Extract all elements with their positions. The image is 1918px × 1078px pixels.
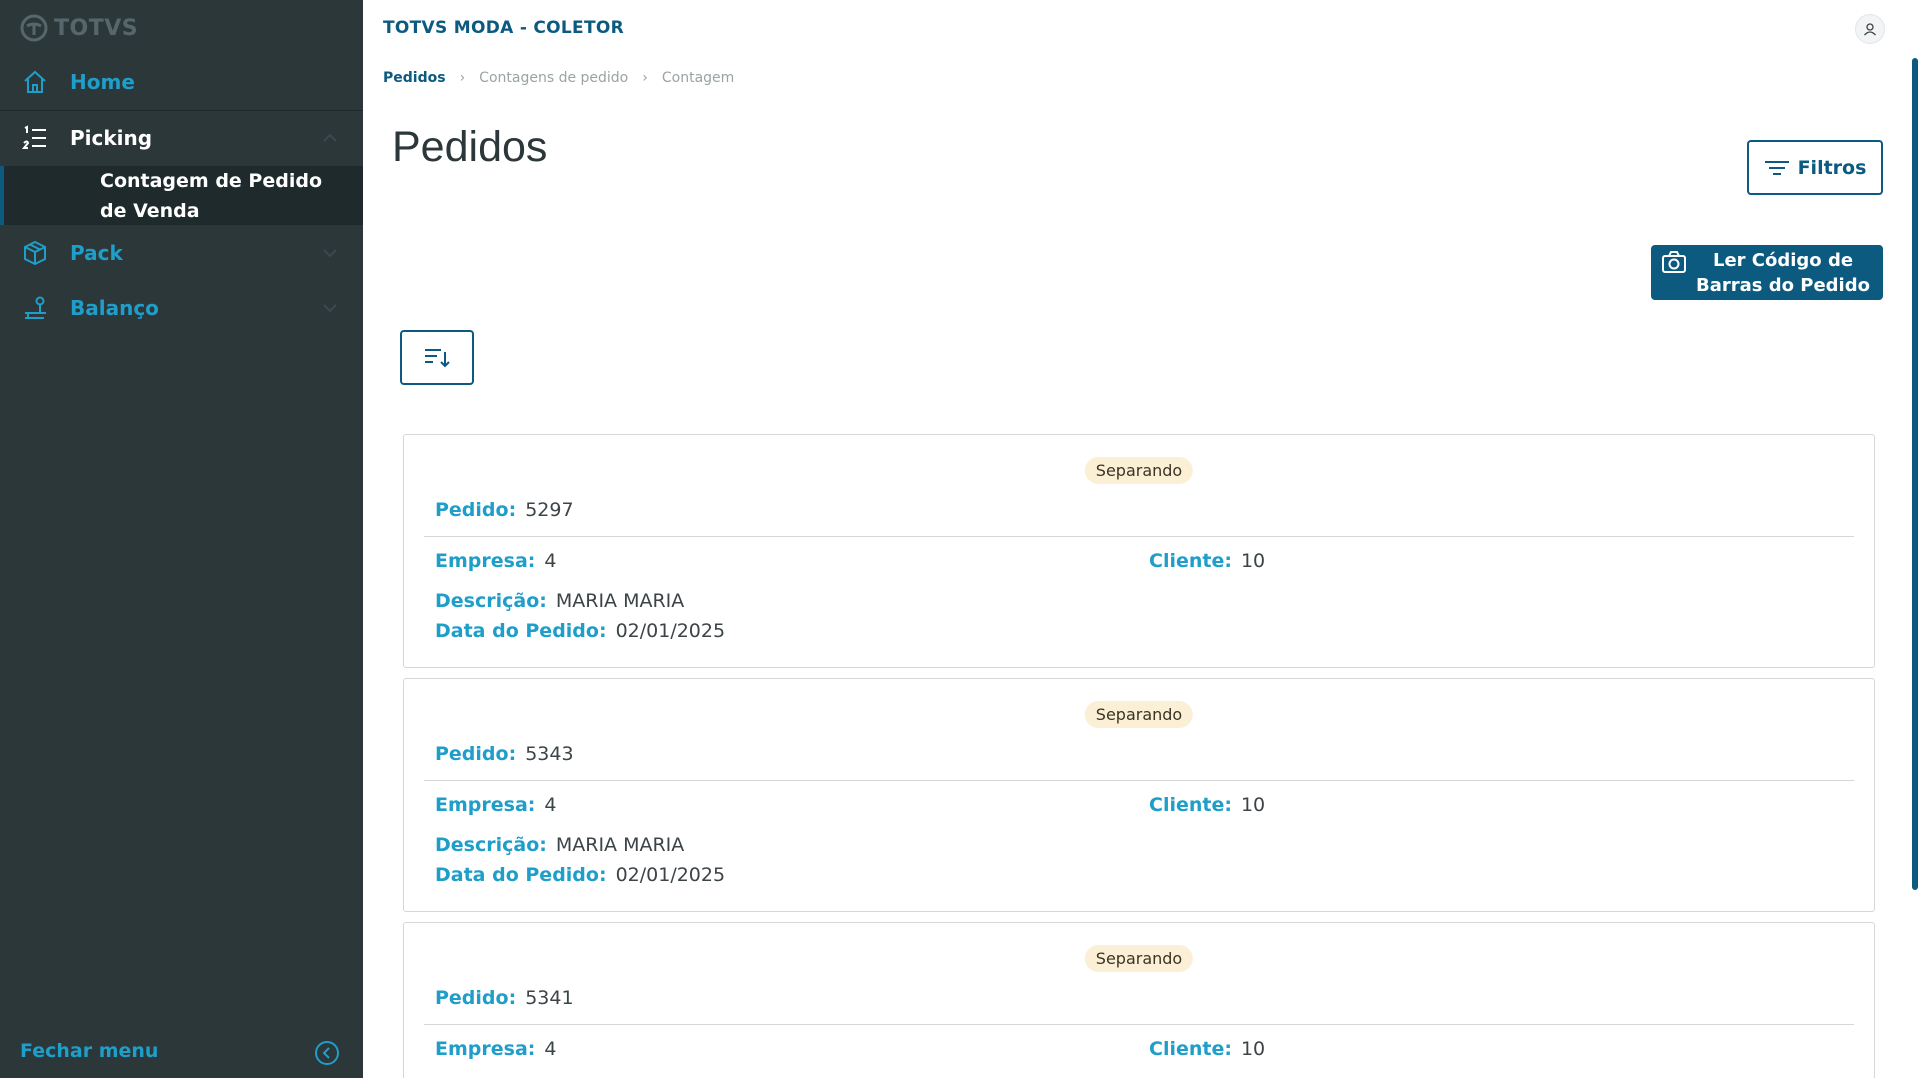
filter-icon: [1764, 160, 1789, 175]
field-value: 5341: [525, 987, 574, 1009]
camera-icon: [1662, 250, 1686, 273]
sidebar-item-balanco[interactable]: Balanço: [0, 280, 363, 335]
field-label: Data do Pedido:: [435, 620, 607, 642]
field-value: 02/01/2025: [615, 620, 726, 642]
chevron-right-icon: ›: [459, 70, 466, 86]
chevron-down-icon: [323, 248, 337, 257]
scrollbar[interactable]: [1912, 58, 1918, 890]
collapse-menu-icon[interactable]: [314, 1040, 340, 1066]
field-label: Pedido:: [435, 987, 517, 1009]
field-label: Pedido:: [435, 743, 517, 765]
sidebar-item-label: Pack: [70, 240, 123, 265]
chevron-up-icon: [323, 133, 337, 142]
breadcrumb: Pedidos › Contagens de pedido › Contagem: [383, 70, 734, 86]
field-value: 5343: [525, 743, 574, 765]
close-menu-link[interactable]: Fechar menu: [20, 1040, 158, 1062]
sidebar-item-label: Home: [70, 69, 135, 94]
totvs-logo: TOTVS: [20, 13, 138, 43]
field-value: 10: [1240, 794, 1266, 816]
field-value: 4: [544, 794, 557, 816]
sidebar: TOTVS Home Picking Contagem de Pedido de…: [0, 0, 363, 1078]
box-icon: [21, 239, 49, 267]
breadcrumb-item-contagem: Contagem: [661, 70, 735, 86]
field-value: 10: [1240, 1038, 1266, 1060]
card-divider: [424, 536, 1854, 537]
card-divider: [424, 1024, 1854, 1025]
breadcrumb-item-contagens: Contagens de pedido: [479, 70, 629, 86]
field-label: Descrição:: [435, 834, 547, 856]
user-avatar-button[interactable]: [1855, 14, 1885, 44]
description-field: Descrição: MARIA MARIA: [435, 590, 684, 612]
field-label: Empresa:: [435, 794, 536, 816]
sidebar-item-label: Balanço: [70, 295, 159, 320]
field-value: 4: [544, 550, 557, 572]
field-value: MARIA MARIA: [555, 590, 685, 612]
list-numbered-icon: [21, 124, 49, 152]
company-field: Empresa: 4: [435, 794, 556, 816]
status-badge: Separando: [1084, 945, 1194, 972]
field-value: 4: [544, 1038, 557, 1060]
field-value: 10: [1240, 550, 1266, 572]
sidebar-subitem-label: Contagem de Pedido de Venda: [100, 170, 323, 222]
page-title: Pedidos: [392, 123, 548, 171]
home-icon: [21, 68, 49, 96]
company-field: Empresa: 4: [435, 1038, 556, 1060]
sort-button[interactable]: [400, 330, 474, 385]
filters-button-label: Filtros: [1797, 156, 1867, 179]
sidebar-item-label: Picking: [70, 126, 153, 150]
company-field: Empresa: 4: [435, 550, 556, 572]
field-label: Empresa:: [435, 550, 536, 572]
order-date-field: Data do Pedido: 02/01/2025: [435, 620, 725, 642]
client-field: Cliente: 10: [1149, 550, 1265, 572]
field-label: Cliente:: [1149, 550, 1232, 572]
sidebar-subitem-contagem-pedido-venda[interactable]: Contagem de Pedido de Venda: [0, 166, 363, 225]
app-title: TOTVS MODA - COLETOR: [383, 18, 625, 38]
client-field: Cliente: 10: [1149, 794, 1265, 816]
field-value: 5297: [525, 499, 574, 521]
field-value: MARIA MARIA: [555, 834, 685, 856]
filters-button[interactable]: Filtros: [1747, 140, 1883, 195]
field-label: Empresa:: [435, 1038, 536, 1060]
order-card[interactable]: Separando Pedido: 5297 Empresa: 4 Client…: [403, 434, 1875, 668]
field-value: 02/01/2025: [615, 864, 726, 886]
field-label: Descrição:: [435, 590, 547, 612]
totvs-logo-icon: [20, 14, 48, 42]
breadcrumb-item-pedidos[interactable]: Pedidos: [383, 70, 446, 86]
field-label: Cliente:: [1149, 1038, 1232, 1060]
order-number-field: Pedido: 5341: [435, 987, 574, 1009]
sort-descending-icon: [425, 348, 450, 367]
logo-text: TOTVS: [54, 15, 139, 41]
card-divider: [424, 780, 1854, 781]
description-field: Descrição: MARIA MARIA: [435, 834, 684, 856]
chevron-down-icon: [323, 303, 337, 312]
chevron-right-icon: ›: [642, 70, 648, 86]
user-icon: [1864, 23, 1876, 36]
read-barcode-button-label: Ler Código de Barras do Pedido: [1696, 249, 1870, 296]
field-label: Data do Pedido:: [435, 864, 607, 886]
scale-icon: [21, 294, 49, 322]
client-field: Cliente: 10: [1149, 1038, 1265, 1060]
status-badge: Separando: [1084, 701, 1194, 728]
read-barcode-button[interactable]: Ler Código de Barras do Pedido: [1651, 245, 1883, 300]
sidebar-item-picking[interactable]: Picking: [0, 110, 363, 165]
field-label: Cliente:: [1149, 794, 1232, 816]
order-card[interactable]: Separando Pedido: 5341 Empresa: 4 Client…: [403, 922, 1875, 1078]
sidebar-item-pack[interactable]: Pack: [0, 225, 363, 280]
order-date-field: Data do Pedido: 02/01/2025: [435, 864, 725, 886]
sidebar-item-home[interactable]: Home: [0, 54, 363, 109]
order-number-field: Pedido: 5297: [435, 499, 574, 521]
order-card[interactable]: Separando Pedido: 5343 Empresa: 4 Client…: [403, 678, 1875, 912]
field-label: Pedido:: [435, 499, 517, 521]
order-number-field: Pedido: 5343: [435, 743, 574, 765]
status-badge: Separando: [1084, 457, 1194, 484]
